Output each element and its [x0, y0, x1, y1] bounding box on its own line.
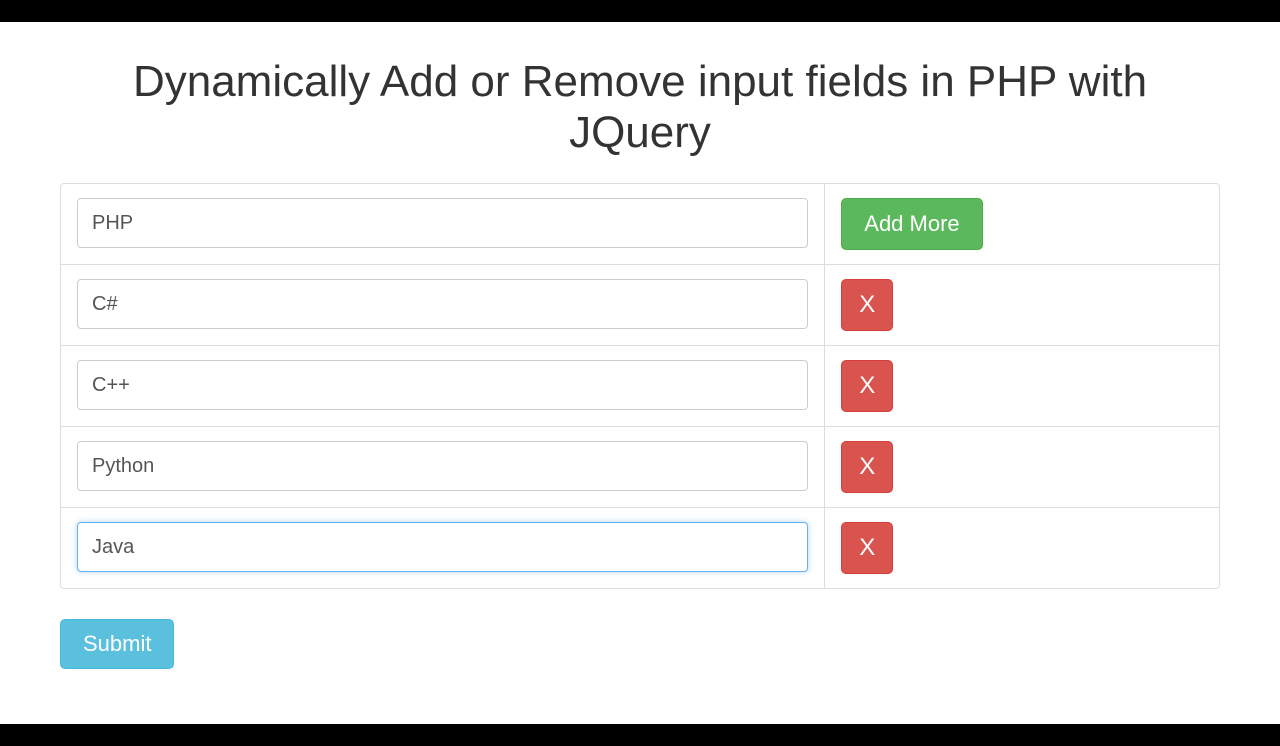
table-row: X: [61, 507, 1219, 588]
input-cell: [61, 507, 825, 588]
table-row: X: [61, 345, 1219, 426]
submit-button[interactable]: Submit: [60, 619, 174, 669]
input-cell: [61, 264, 825, 345]
add-more-button[interactable]: Add More: [841, 198, 982, 250]
remove-button[interactable]: X: [841, 522, 893, 574]
field-input[interactable]: [77, 279, 808, 329]
remove-button[interactable]: X: [841, 360, 893, 412]
field-input[interactable]: [77, 441, 808, 491]
input-cell: [61, 184, 825, 264]
table-row: X: [61, 264, 1219, 345]
page-title: Dynamically Add or Remove input fields i…: [60, 57, 1220, 158]
table-row: Add More: [61, 184, 1219, 264]
field-input[interactable]: [77, 360, 808, 410]
input-cell: [61, 345, 825, 426]
action-cell: X: [825, 507, 1219, 588]
remove-button[interactable]: X: [841, 441, 893, 493]
table-row: X: [61, 426, 1219, 507]
action-cell: X: [825, 264, 1219, 345]
field-input[interactable]: [77, 198, 808, 248]
remove-button[interactable]: X: [841, 279, 893, 331]
input-cell: [61, 426, 825, 507]
fields-table: Add MoreXXXX: [60, 183, 1220, 589]
field-input[interactable]: [77, 522, 808, 572]
action-cell: Add More: [825, 184, 1219, 264]
action-cell: X: [825, 345, 1219, 426]
action-cell: X: [825, 426, 1219, 507]
